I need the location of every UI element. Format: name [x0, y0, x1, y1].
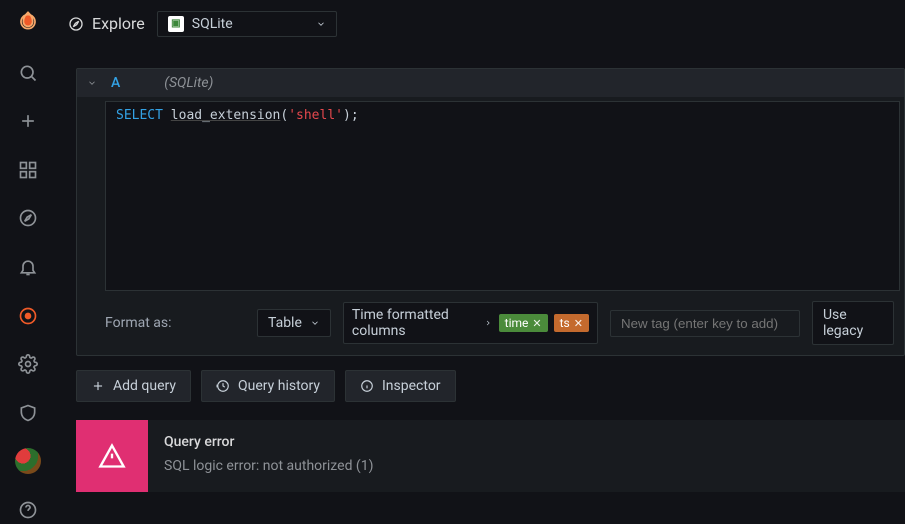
token-paren-close: ) — [343, 108, 351, 123]
content: A (SQLite) SELECT load_extension('shell'… — [56, 48, 905, 524]
tag-ts[interactable]: ts✕ — [554, 314, 589, 332]
error-panel: Query error SQL logic error: not authori… — [76, 420, 905, 492]
add-query-button[interactable]: Add query — [76, 370, 191, 402]
page-title: Explore — [68, 14, 145, 33]
grafana-logo[interactable] — [10, 10, 46, 39]
close-icon[interactable]: ✕ — [532, 317, 541, 330]
query-editor: A (SQLite) SELECT load_extension('shell'… — [76, 68, 905, 356]
warning-icon — [76, 420, 148, 492]
use-legacy-button[interactable]: Use legacy — [812, 301, 894, 345]
format-select[interactable]: Table — [257, 309, 331, 337]
fire-icon[interactable] — [10, 301, 46, 330]
sql-editor[interactable]: SELECT load_extension('shell'); — [105, 101, 900, 291]
info-icon — [360, 379, 374, 393]
error-message: SQL logic error: not authorized (1) — [164, 458, 373, 474]
chevron-down-icon — [316, 19, 326, 29]
nav-sidebar — [0, 0, 56, 524]
token-string: 'shell' — [288, 108, 343, 123]
topbar: Explore ▣ SQLite — [56, 0, 905, 48]
collapse-toggle[interactable] — [87, 78, 97, 88]
format-row: Format as: Table Time formatted columns … — [77, 291, 904, 355]
error-title: Query error — [164, 434, 373, 450]
plus-icon — [91, 379, 105, 393]
chevron-down-icon — [87, 78, 97, 88]
gear-icon[interactable] — [10, 350, 46, 379]
token-function: load_extension — [171, 108, 281, 123]
compass-icon — [68, 16, 84, 32]
shield-icon[interactable] — [10, 398, 46, 427]
inspector-button[interactable]: Inspector — [345, 370, 456, 402]
query-header: A (SQLite) — [77, 69, 904, 97]
close-icon[interactable]: ✕ — [574, 317, 583, 330]
datasource-name: SQLite — [192, 16, 233, 32]
actions-row: Add query Query history Inspector — [76, 370, 905, 402]
format-label: Format as: — [105, 315, 245, 331]
query-history-button[interactable]: Query history — [201, 370, 335, 402]
main-area: Explore ▣ SQLite A (SQLite) SELECT load_… — [56, 0, 905, 524]
token-keyword: SELECT — [116, 108, 163, 123]
dashboards-icon[interactable] — [10, 156, 46, 185]
chevron-right-icon — [484, 318, 492, 328]
tag-time[interactable]: time✕ — [499, 314, 548, 332]
time-columns-group: Time formatted columns time✕ ts✕ — [343, 302, 598, 344]
avatar[interactable] — [10, 447, 46, 476]
search-icon[interactable] — [10, 59, 46, 88]
error-text: Query error SQL logic error: not authori… — [148, 420, 389, 492]
query-ref-id[interactable]: A — [111, 75, 120, 91]
compass-icon[interactable] — [10, 204, 46, 233]
history-icon — [216, 379, 230, 393]
sqlite-icon: ▣ — [168, 16, 184, 32]
chevron-down-icon — [310, 318, 320, 328]
bell-icon[interactable] — [10, 253, 46, 282]
help-icon[interactable] — [10, 495, 46, 524]
query-ds-hint: (SQLite) — [164, 75, 213, 91]
datasource-picker[interactable]: ▣ SQLite — [157, 11, 337, 37]
token-semicolon: ; — [351, 108, 359, 123]
new-tag-input[interactable] — [610, 310, 800, 337]
page-title-text: Explore — [92, 14, 145, 33]
format-value: Table — [268, 315, 302, 331]
time-columns-label: Time formatted columns — [352, 307, 479, 339]
plus-icon[interactable] — [10, 107, 46, 136]
